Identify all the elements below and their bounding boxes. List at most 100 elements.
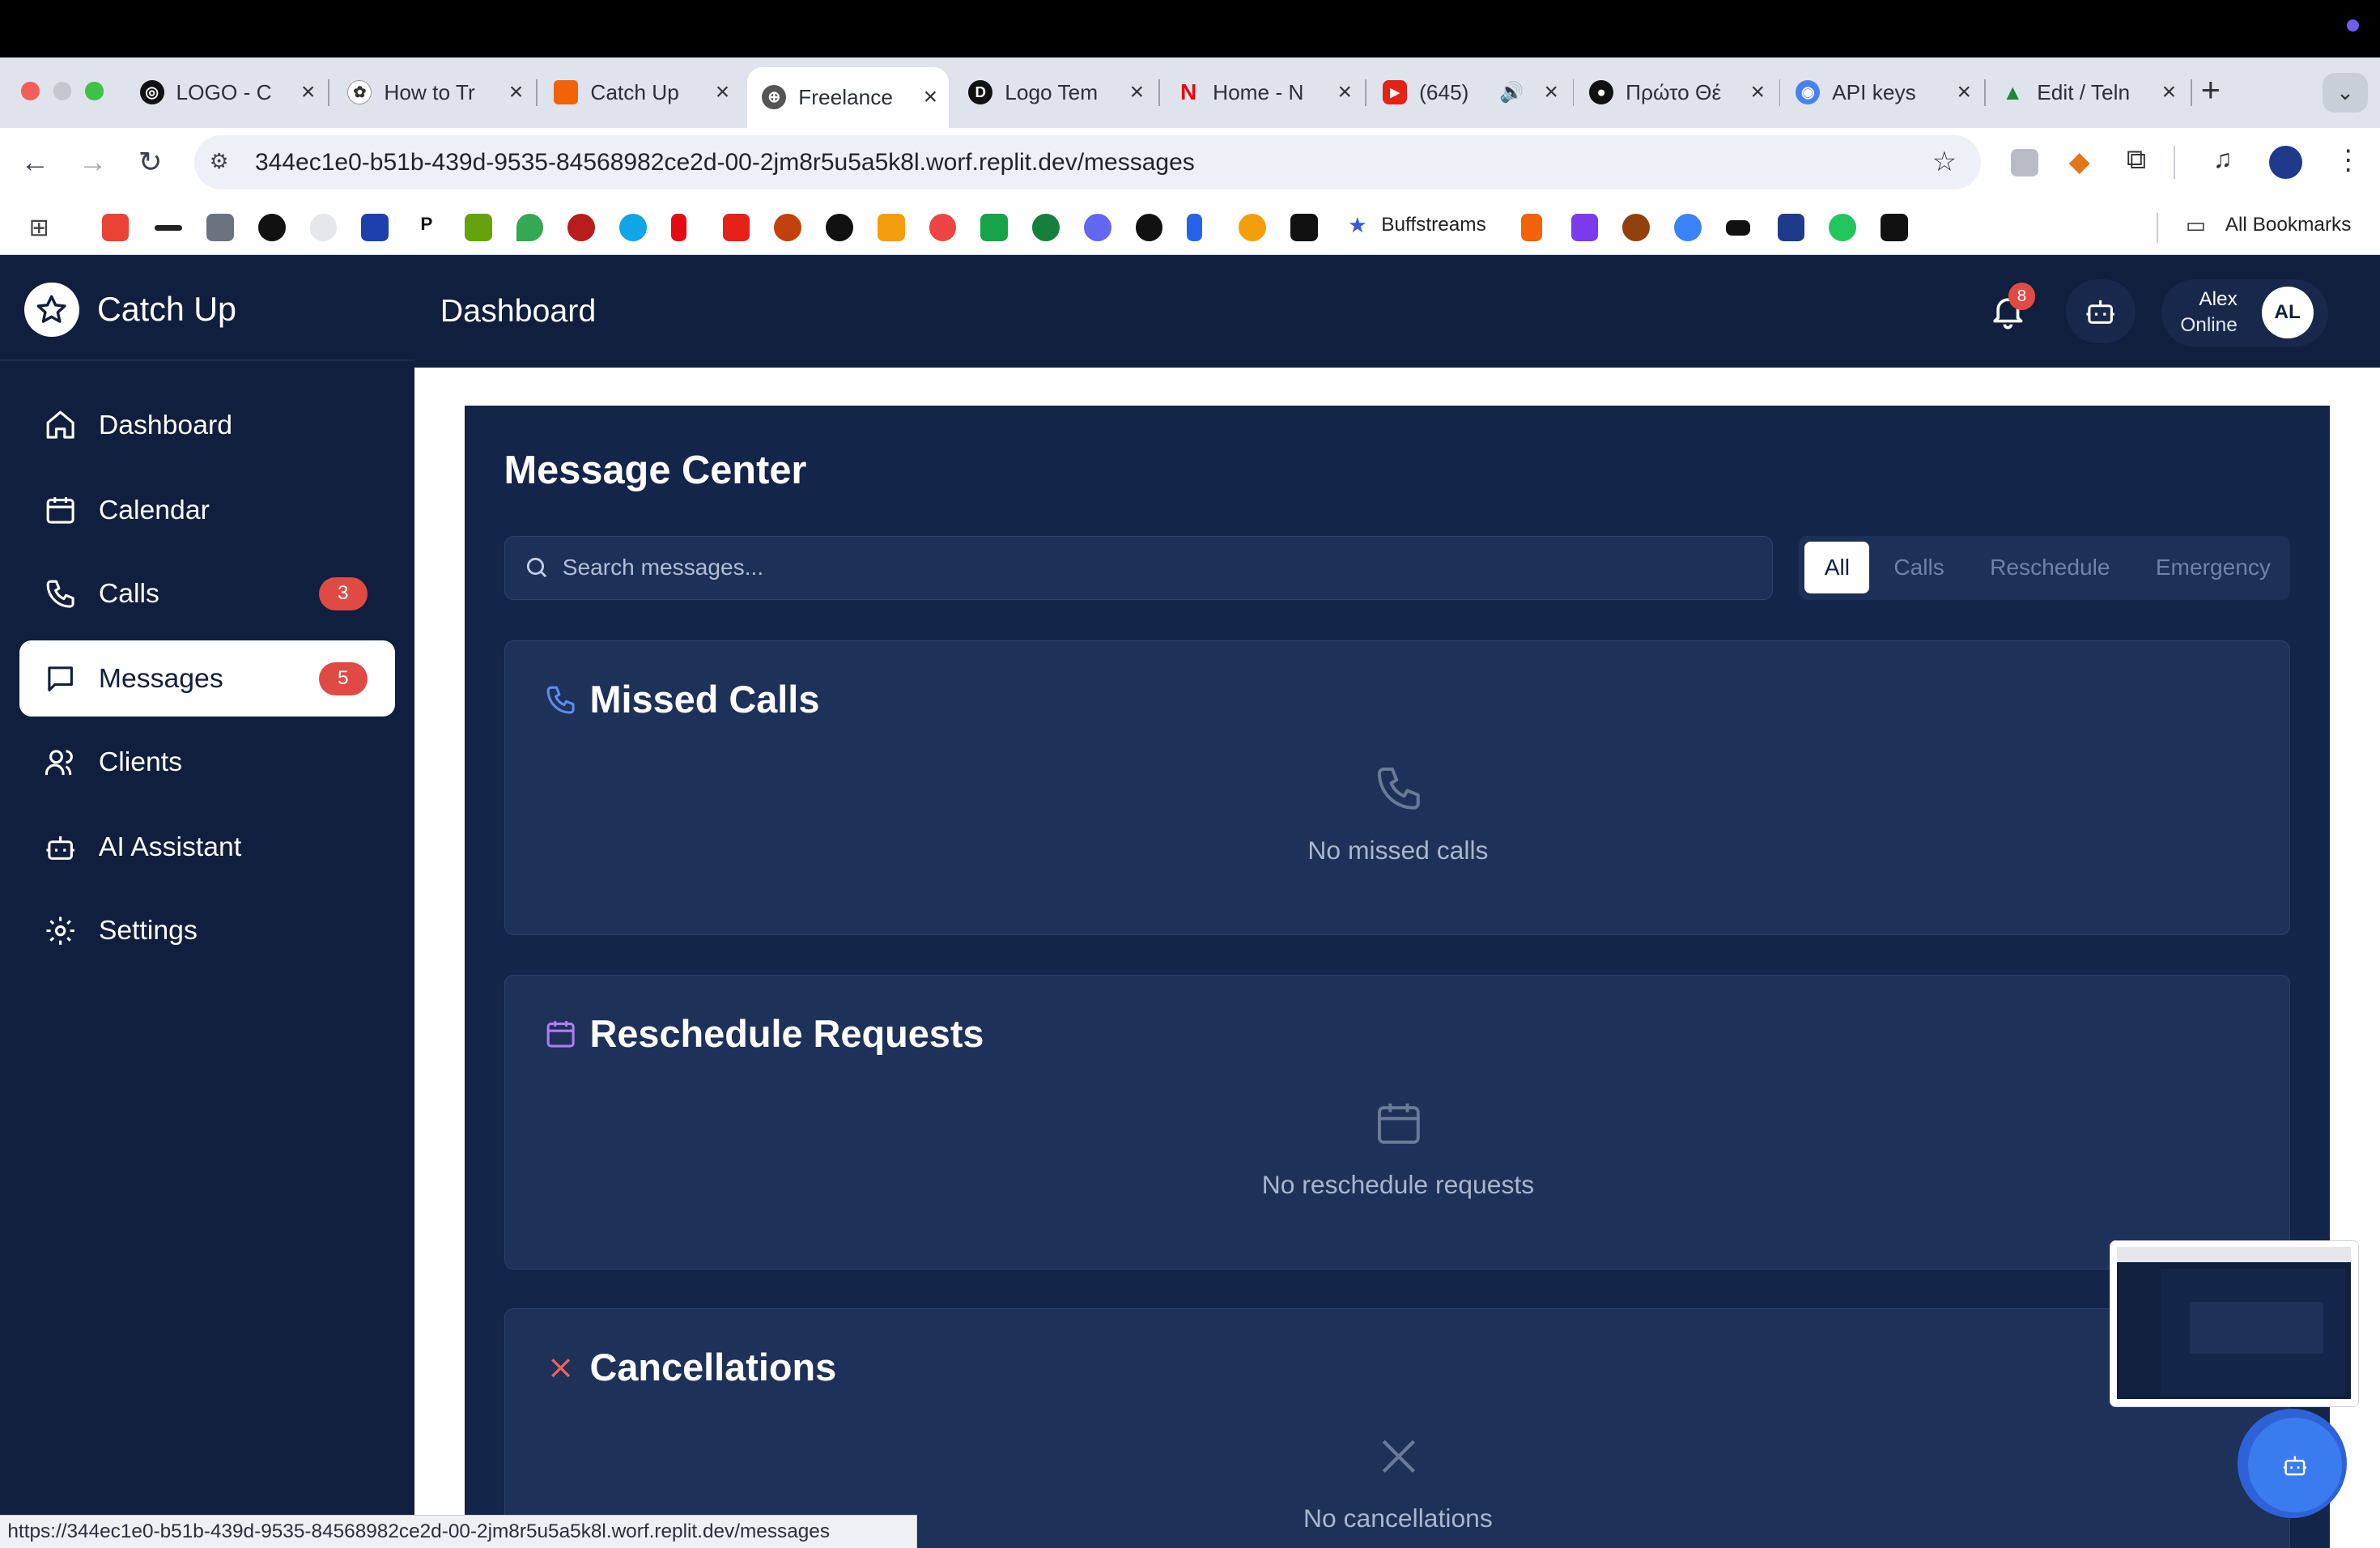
filter-all[interactable]: All — [1804, 542, 1870, 594]
gmail-bookmark-icon[interactable] — [101, 214, 130, 242]
browser-menu-icon[interactable]: ⋮ — [2335, 144, 2362, 176]
browser-tab[interactable]: N Home - N × — [1161, 70, 1362, 115]
bookmark-icon[interactable] — [1570, 214, 1599, 242]
close-tab-icon[interactable]: × — [1119, 79, 1155, 106]
bookmark-icon[interactable] — [980, 214, 1008, 242]
close-tab-icon[interactable]: × — [1533, 79, 1570, 106]
sidebar-item-calls[interactable]: Calls 3 — [19, 555, 394, 632]
maximize-window-button[interactable] — [85, 82, 104, 100]
tab-title: How to Tr — [384, 79, 475, 104]
message-icon — [48, 666, 74, 691]
all-bookmarks-button[interactable]: All Bookmarks — [2225, 214, 2352, 236]
youtube-bookmark-icon[interactable] — [722, 214, 750, 242]
star-logo-icon — [24, 282, 79, 338]
close-tab-icon[interactable]: × — [1327, 79, 1363, 106]
close-tab-icon[interactable]: × — [1946, 79, 1983, 106]
bookmark-icon[interactable] — [1777, 214, 1805, 242]
site-info-icon[interactable]: ⚙ — [210, 149, 229, 174]
bookmark-icon[interactable] — [1674, 214, 1702, 242]
reload-icon[interactable]: ↻ — [134, 146, 167, 179]
bookmark-buffstreams[interactable]: Buffstreams — [1381, 214, 1486, 236]
app-header: Dashboard 8 Alex Online AL — [414, 255, 2380, 368]
bookmark-icon[interactable] — [929, 214, 957, 242]
maps-bookmark-icon[interactable] — [516, 214, 544, 242]
close-window-button[interactable] — [21, 82, 40, 100]
bookmark-icon[interactable] — [206, 214, 234, 242]
messenger-bookmark-icon[interactable] — [1083, 214, 1111, 242]
bookmark-star-icon[interactable]: ☆ — [1932, 146, 1957, 178]
filter-emergency[interactable]: Emergency — [2135, 542, 2293, 593]
sidebar-item-clients[interactable]: Clients — [19, 724, 394, 800]
close-tab-icon[interactable]: × — [2151, 79, 2187, 106]
search-box[interactable] — [504, 535, 1773, 600]
bookmark-icon[interactable] — [309, 214, 338, 242]
bookmark-icon[interactable] — [877, 214, 905, 242]
screenshot-preview-thumbnail[interactable] — [2110, 1240, 2359, 1408]
filter-calls[interactable]: Calls — [1872, 542, 1966, 593]
bookmark-icon[interactable] — [567, 214, 595, 242]
close-tab-icon[interactable]: × — [704, 79, 741, 106]
brand[interactable]: Catch Up — [24, 282, 236, 338]
close-tab-icon[interactable]: × — [1740, 79, 1776, 106]
browser-tab[interactable]: ▲ Edit / Teln × — [1986, 70, 2187, 115]
replit-bookmark-icon[interactable] — [1520, 214, 1542, 242]
browser-tab[interactable]: ◉ API keys × — [1780, 70, 1982, 115]
bookmark-icon[interactable] — [155, 224, 182, 231]
bookmark-icon[interactable] — [1187, 214, 1202, 242]
apps-grid-icon[interactable]: ⊞ — [29, 214, 49, 242]
sidebar-item-settings[interactable]: Settings — [19, 893, 394, 969]
openai-bookmark-icon[interactable] — [1135, 214, 1163, 242]
browser-tab[interactable]: D Logo Tem × — [954, 70, 1155, 115]
sidebar-item-dashboard[interactable]: Dashboard — [19, 387, 394, 463]
notion-bookmark-icon[interactable] — [257, 214, 286, 242]
assistant-button[interactable] — [2065, 279, 2136, 343]
extensions-puzzle-icon[interactable]: ⧉ — [2127, 144, 2146, 176]
user-menu[interactable]: Alex Online AL — [2161, 279, 2329, 347]
audio-icon[interactable]: 🔊 — [1499, 80, 1524, 104]
bookmark-icon[interactable] — [826, 214, 853, 242]
calendar-icon — [46, 497, 75, 525]
bookmarks-bar: ⊞ P ★ Buffstreams ▭ All Bookmarks — [0, 200, 2380, 255]
netflix-bookmark-icon[interactable] — [670, 214, 686, 242]
bookmark-icon[interactable] — [361, 214, 389, 242]
bookmark-icon[interactable] — [774, 214, 801, 242]
bookmark-icon[interactable]: P — [413, 214, 440, 242]
close-tab-icon[interactable]: × — [290, 79, 326, 106]
browser-tab[interactable]: ◎ LOGO - C × — [125, 70, 326, 115]
extension-icon[interactable] — [2011, 148, 2039, 176]
browser-tab[interactable]: ● Πρώτο Θέ × — [1574, 70, 1775, 115]
new-tab-button[interactable]: + — [2201, 71, 2221, 109]
profile-avatar-icon[interactable] — [2269, 146, 2303, 180]
filter-reschedule[interactable]: Reschedule — [1969, 542, 2131, 593]
bookmark-icon[interactable] — [1622, 214, 1651, 242]
tab-search-button[interactable]: ⌄ — [2322, 73, 2368, 113]
grammarly-bookmark-icon[interactable] — [1032, 214, 1060, 242]
browser-tab-active[interactable]: ⊕ Freelance × — [746, 66, 949, 128]
avatar[interactable]: AL — [2261, 287, 2314, 339]
sidebar-item-calendar[interactable]: Calendar — [19, 472, 394, 548]
bookmark-icon[interactable] — [619, 214, 647, 242]
sidebar-item-messages[interactable]: Messages 5 — [19, 640, 395, 717]
bookmark-icon[interactable] — [1829, 214, 1857, 242]
bookmark-icon[interactable] — [1725, 219, 1750, 236]
forward-icon[interactable]: → — [76, 146, 109, 179]
back-icon[interactable]: ← — [19, 146, 52, 179]
close-tab-icon[interactable]: × — [912, 83, 949, 111]
sidebar-item-ai-assistant[interactable]: AI Assistant — [19, 809, 394, 885]
browser-tab[interactable]: Catch Up × — [539, 70, 741, 115]
bookmark-icon[interactable] — [1239, 214, 1266, 242]
address-bar[interactable]: ⚙ 344ec1e0-b51b-439d-9535-84568982ce2d-0… — [194, 134, 1981, 190]
close-tab-icon[interactable]: × — [498, 79, 534, 106]
browser-tab[interactable]: ✿ How to Tr × — [333, 70, 534, 115]
bookmark-icon[interactable] — [464, 214, 492, 242]
search-input[interactable] — [562, 555, 1716, 581]
bookmark-icon[interactable] — [1290, 214, 1318, 242]
bookmark-icon[interactable] — [1881, 214, 1908, 242]
browser-tab[interactable]: ▶ (645) 🔊 × — [1367, 70, 1569, 115]
ai-chat-fab-button[interactable] — [2247, 1418, 2343, 1512]
phone-icon — [46, 580, 75, 608]
metamask-icon[interactable]: ◆ — [2069, 146, 2090, 178]
minimize-window-button[interactable] — [53, 82, 72, 100]
url-text[interactable]: 344ec1e0-b51b-439d-9535-84568982ce2d-00-… — [255, 149, 1195, 176]
media-control-icon[interactable]: ♫ — [2213, 144, 2233, 174]
